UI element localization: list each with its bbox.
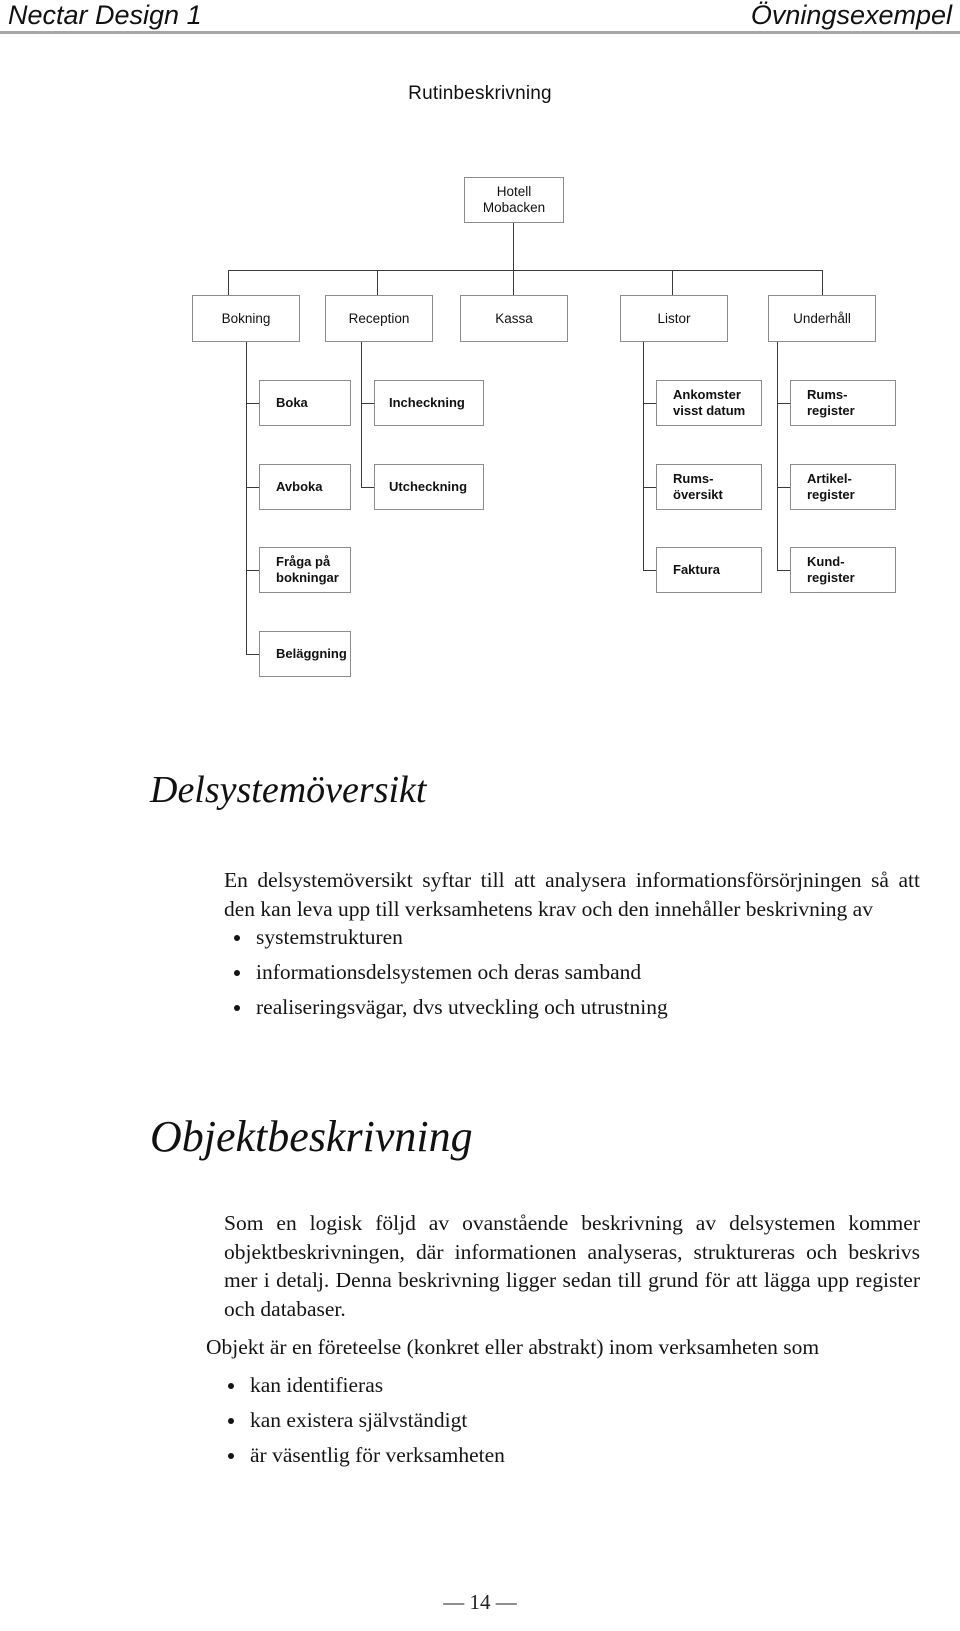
list-item: realiseringsvägar, dvs utveckling och ut…: [230, 990, 920, 1025]
connector-stub-ankomster: [643, 403, 656, 404]
chart-node-utcheckning: Utcheckning: [374, 464, 484, 510]
chart-node-rums-oversikt: Rums- översikt: [656, 464, 762, 510]
list-item: systemstrukturen: [230, 920, 920, 955]
chart-node-boka: Boka: [259, 380, 351, 426]
list-item: kan existera självständigt: [224, 1403, 914, 1438]
list-item: är väsentlig för verksamheten: [224, 1438, 914, 1473]
connector-drop-bokning: [228, 270, 229, 295]
section-paragraph-delsystemoversikt: En delsystemöversikt syftar till att ana…: [224, 868, 920, 921]
connector-stub-kundregister: [777, 570, 790, 571]
connector-drop-listor: [672, 270, 673, 295]
chart-node-belaggning: Beläggning: [259, 631, 351, 677]
chart-node-kund-register: Kund- register: [790, 547, 896, 593]
connector-stub-belaggning: [246, 654, 259, 655]
connector-stub-utcheckning: [361, 487, 374, 488]
section-heading-delsystemoversikt: Delsystemöversikt: [150, 769, 427, 811]
chart-node-rums-register: Rums- register: [790, 380, 896, 426]
list-item: informationsdelsystemen och deras samban…: [230, 955, 920, 990]
bullet-list-objektbeskrivning: kan identifieras kan existera självständ…: [224, 1368, 914, 1473]
list-item: kan identifieras: [224, 1368, 914, 1403]
chart-node-bokning: Bokning: [192, 295, 300, 342]
connector-stub-boka: [246, 403, 259, 404]
section-heading-objektbeskrivning: Objektbeskrivning: [150, 1112, 473, 1161]
connector-spine-reception: [361, 342, 362, 487]
chart-node-faktura: Faktura: [656, 547, 762, 593]
connector-stub-avboka: [246, 487, 259, 488]
chart-node-root: Hotell Mobacken: [464, 177, 564, 223]
page-number-footer: — 14 —: [443, 1590, 517, 1614]
connector-level2-bus: [228, 270, 823, 271]
connector-stub-rumsregister: [777, 403, 790, 404]
chart-node-artikel-register: Artikel- register: [790, 464, 896, 510]
organization-chart: Hotell Mobacken Bokning Reception Kassa …: [0, 0, 960, 700]
connector-drop-reception: [377, 270, 378, 295]
connector-drop-underhall: [822, 270, 823, 295]
connector-stub-faktura: [643, 570, 656, 571]
connector-stub-artikelregister: [777, 487, 790, 488]
chart-node-ankomster-visst-datum: Ankomster visst datum: [656, 380, 762, 426]
chart-node-underhall: Underhåll: [768, 295, 876, 342]
chart-node-incheckning: Incheckning: [374, 380, 484, 426]
connector-stub-rumsoversikt: [643, 487, 656, 488]
section-paragraph-objekt-definition: Objekt är en företeelse (konkret eller a…: [206, 1335, 820, 1359]
section-paragraph-objektbeskrivning: Som en logisk följd av ovanstående beskr…: [224, 1211, 920, 1321]
connector-drop-kassa: [513, 270, 514, 295]
bullet-list-delsystemoversikt: systemstrukturen informationsdelsystemen…: [230, 920, 920, 1025]
connector-spine-underhall: [777, 342, 778, 571]
chart-node-kassa: Kassa: [460, 295, 568, 342]
connector-stub-incheckning: [361, 403, 374, 404]
connector-root-stem: [513, 223, 514, 270]
chart-node-fraga-pa-bokningar: Fråga på bokningar: [259, 547, 351, 593]
connector-spine-listor: [643, 342, 644, 571]
chart-node-reception: Reception: [325, 295, 433, 342]
chart-node-avboka: Avboka: [259, 464, 351, 510]
connector-spine-bokning: [246, 342, 247, 654]
connector-stub-fragapa: [246, 570, 259, 571]
chart-node-listor: Listor: [620, 295, 728, 342]
